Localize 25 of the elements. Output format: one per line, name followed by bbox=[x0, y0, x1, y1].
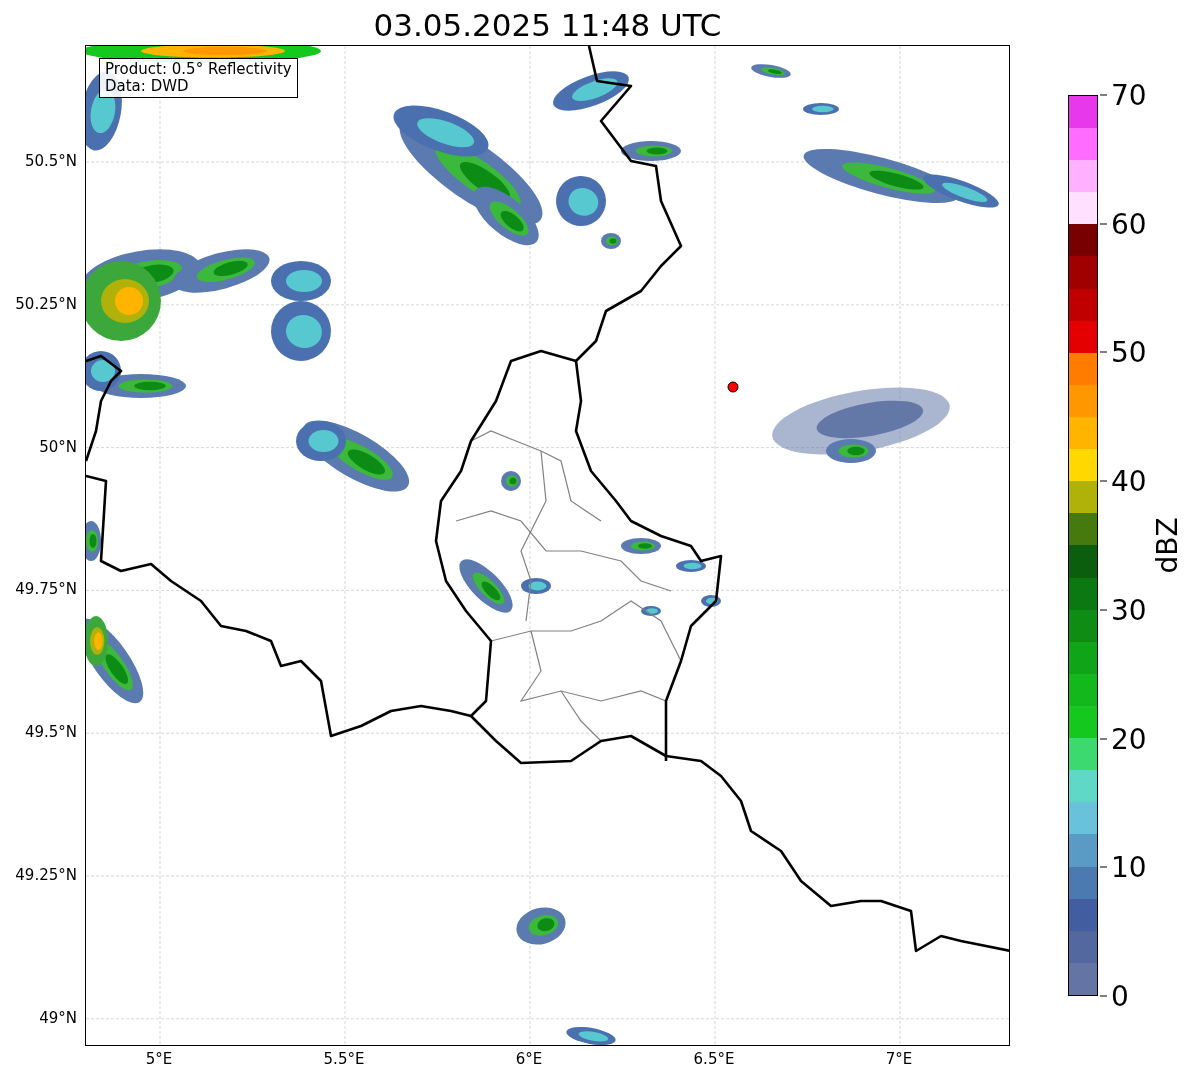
longitude-label: 5.5°E bbox=[323, 1050, 365, 1068]
latitude-label: 49.25°N bbox=[15, 866, 77, 884]
scale-label: 50 bbox=[1100, 335, 1147, 369]
longitude-label: 6.5°E bbox=[693, 1050, 735, 1068]
scale-label: 40 bbox=[1100, 464, 1147, 498]
info-text: Data: DWD bbox=[105, 78, 190, 95]
chart-title: 03.05.2025 11:48 UTC bbox=[372, 6, 723, 45]
longitude-label: 5°E bbox=[145, 1050, 173, 1068]
latitude-label: 50.25°N bbox=[15, 294, 77, 313]
latitude-label: 49.75°N bbox=[15, 580, 77, 599]
scale-label: 70 bbox=[1100, 78, 1147, 112]
location-marker bbox=[727, 381, 739, 393]
latitude-label: 50°N bbox=[39, 437, 77, 456]
longitude-label: 7°E bbox=[885, 1050, 913, 1068]
latitude-label: 50.5°N bbox=[24, 152, 77, 170]
info-text: Product: 0.5° Reflectivity bbox=[105, 61, 292, 78]
scale-label: 60 bbox=[1100, 207, 1147, 241]
scale-unit-label: dBZ bbox=[1150, 517, 1184, 574]
scale-label: 10 bbox=[1100, 850, 1147, 884]
scale-label: 30 bbox=[1100, 593, 1147, 627]
latitude-label: 49°N bbox=[39, 1008, 77, 1027]
scale-label: 20 bbox=[1100, 722, 1147, 756]
longitude-label: 6°E bbox=[515, 1050, 543, 1068]
scale-label: 0 bbox=[1100, 979, 1129, 1013]
latitude-label: 49.5°N bbox=[24, 723, 77, 742]
